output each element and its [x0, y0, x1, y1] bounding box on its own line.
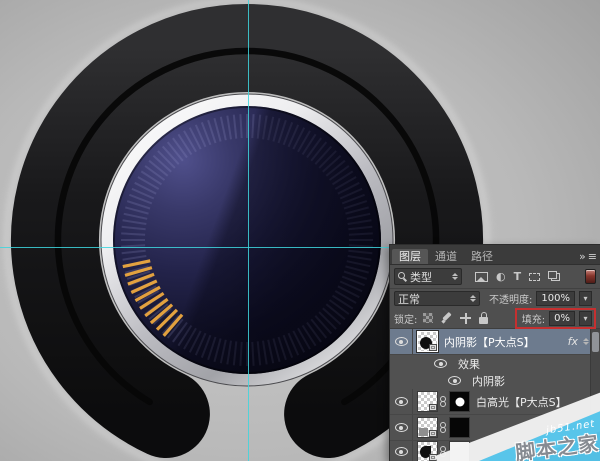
- scrollbar-thumb[interactable]: [592, 332, 599, 352]
- fill-label: 填充:: [522, 311, 545, 326]
- stepper-icon: [470, 295, 476, 302]
- fill-highlight-box: 填充: 0% ▾: [515, 308, 596, 329]
- eye-icon[interactable]: [434, 359, 447, 368]
- layer-name: 内阴影【P大点S】: [444, 334, 535, 350]
- tab-paths[interactable]: 路径: [464, 249, 500, 264]
- watermark: jb51.net 脚本之家: [380, 390, 600, 461]
- lock-transparency-icon[interactable]: [423, 313, 433, 323]
- filter-pixel-layers-icon[interactable]: [475, 272, 488, 282]
- lock-position-icon[interactable]: [460, 313, 471, 324]
- eye-icon[interactable]: [448, 376, 461, 385]
- vector-mask-badge-icon: [429, 344, 437, 351]
- blend-mode-row: 正常 不透明度: 100% ▾: [390, 289, 600, 308]
- effect-item-row[interactable]: 内阴影: [390, 372, 600, 389]
- fill-value[interactable]: 0%: [549, 311, 575, 326]
- opacity-label: 不透明度:: [489, 291, 532, 306]
- visibility-cell[interactable]: [448, 376, 461, 385]
- layer-fx-badge[interactable]: fx: [568, 335, 578, 348]
- opacity-dropdown-arrow[interactable]: ▾: [579, 291, 592, 306]
- effect-item-label: 内阴影: [472, 373, 505, 389]
- lock-row: 锁定: 填充: 0% ▾: [390, 308, 600, 329]
- filter-kind-dropdown[interactable]: 类型: [394, 268, 462, 285]
- panel-menu-icon[interactable]: ≡: [588, 250, 598, 264]
- filter-adjustment-layers-icon[interactable]: ◐: [496, 271, 506, 282]
- filter-type-layers-icon[interactable]: T: [514, 271, 522, 282]
- blend-mode-value: 正常: [398, 291, 420, 307]
- visibility-cell[interactable]: [390, 329, 413, 354]
- search-icon: [398, 272, 407, 281]
- lock-all-icon[interactable]: [479, 317, 488, 324]
- effects-group-row[interactable]: 效果: [390, 355, 600, 372]
- lock-label: 锁定:: [394, 311, 417, 326]
- fx-collapse-icon[interactable]: [583, 338, 589, 345]
- fill-dropdown-arrow[interactable]: ▾: [579, 311, 592, 326]
- blend-mode-dropdown[interactable]: 正常: [394, 291, 480, 306]
- collapse-panel-icon[interactable]: »: [579, 250, 588, 264]
- eye-icon[interactable]: [395, 337, 408, 346]
- lock-icon-group: [423, 312, 488, 324]
- lock-pixels-icon[interactable]: [441, 312, 452, 324]
- layer-row-inner-shadow[interactable]: 内阴影【P大点S】 fx: [390, 329, 600, 355]
- filter-switch-icon[interactable]: [585, 269, 596, 284]
- layer-thumbnail[interactable]: [417, 331, 438, 352]
- filter-smart-objects-icon[interactable]: [551, 273, 560, 281]
- tab-layers[interactable]: 图层: [392, 249, 428, 264]
- stepper-icon: [452, 273, 458, 280]
- filter-kind-label: 类型: [410, 269, 432, 285]
- tab-channels[interactable]: 通道: [428, 249, 464, 264]
- visibility-cell[interactable]: [434, 359, 447, 368]
- filter-shape-layers-icon[interactable]: [529, 273, 540, 281]
- layer-filter-row: 类型 ◐ T: [390, 265, 600, 289]
- panel-tab-bar: 图层 通道 路径 » ≡: [390, 245, 600, 265]
- opacity-value[interactable]: 100%: [536, 291, 575, 306]
- filter-icon-group: ◐ T: [475, 271, 560, 282]
- effects-group-label: 效果: [458, 356, 480, 372]
